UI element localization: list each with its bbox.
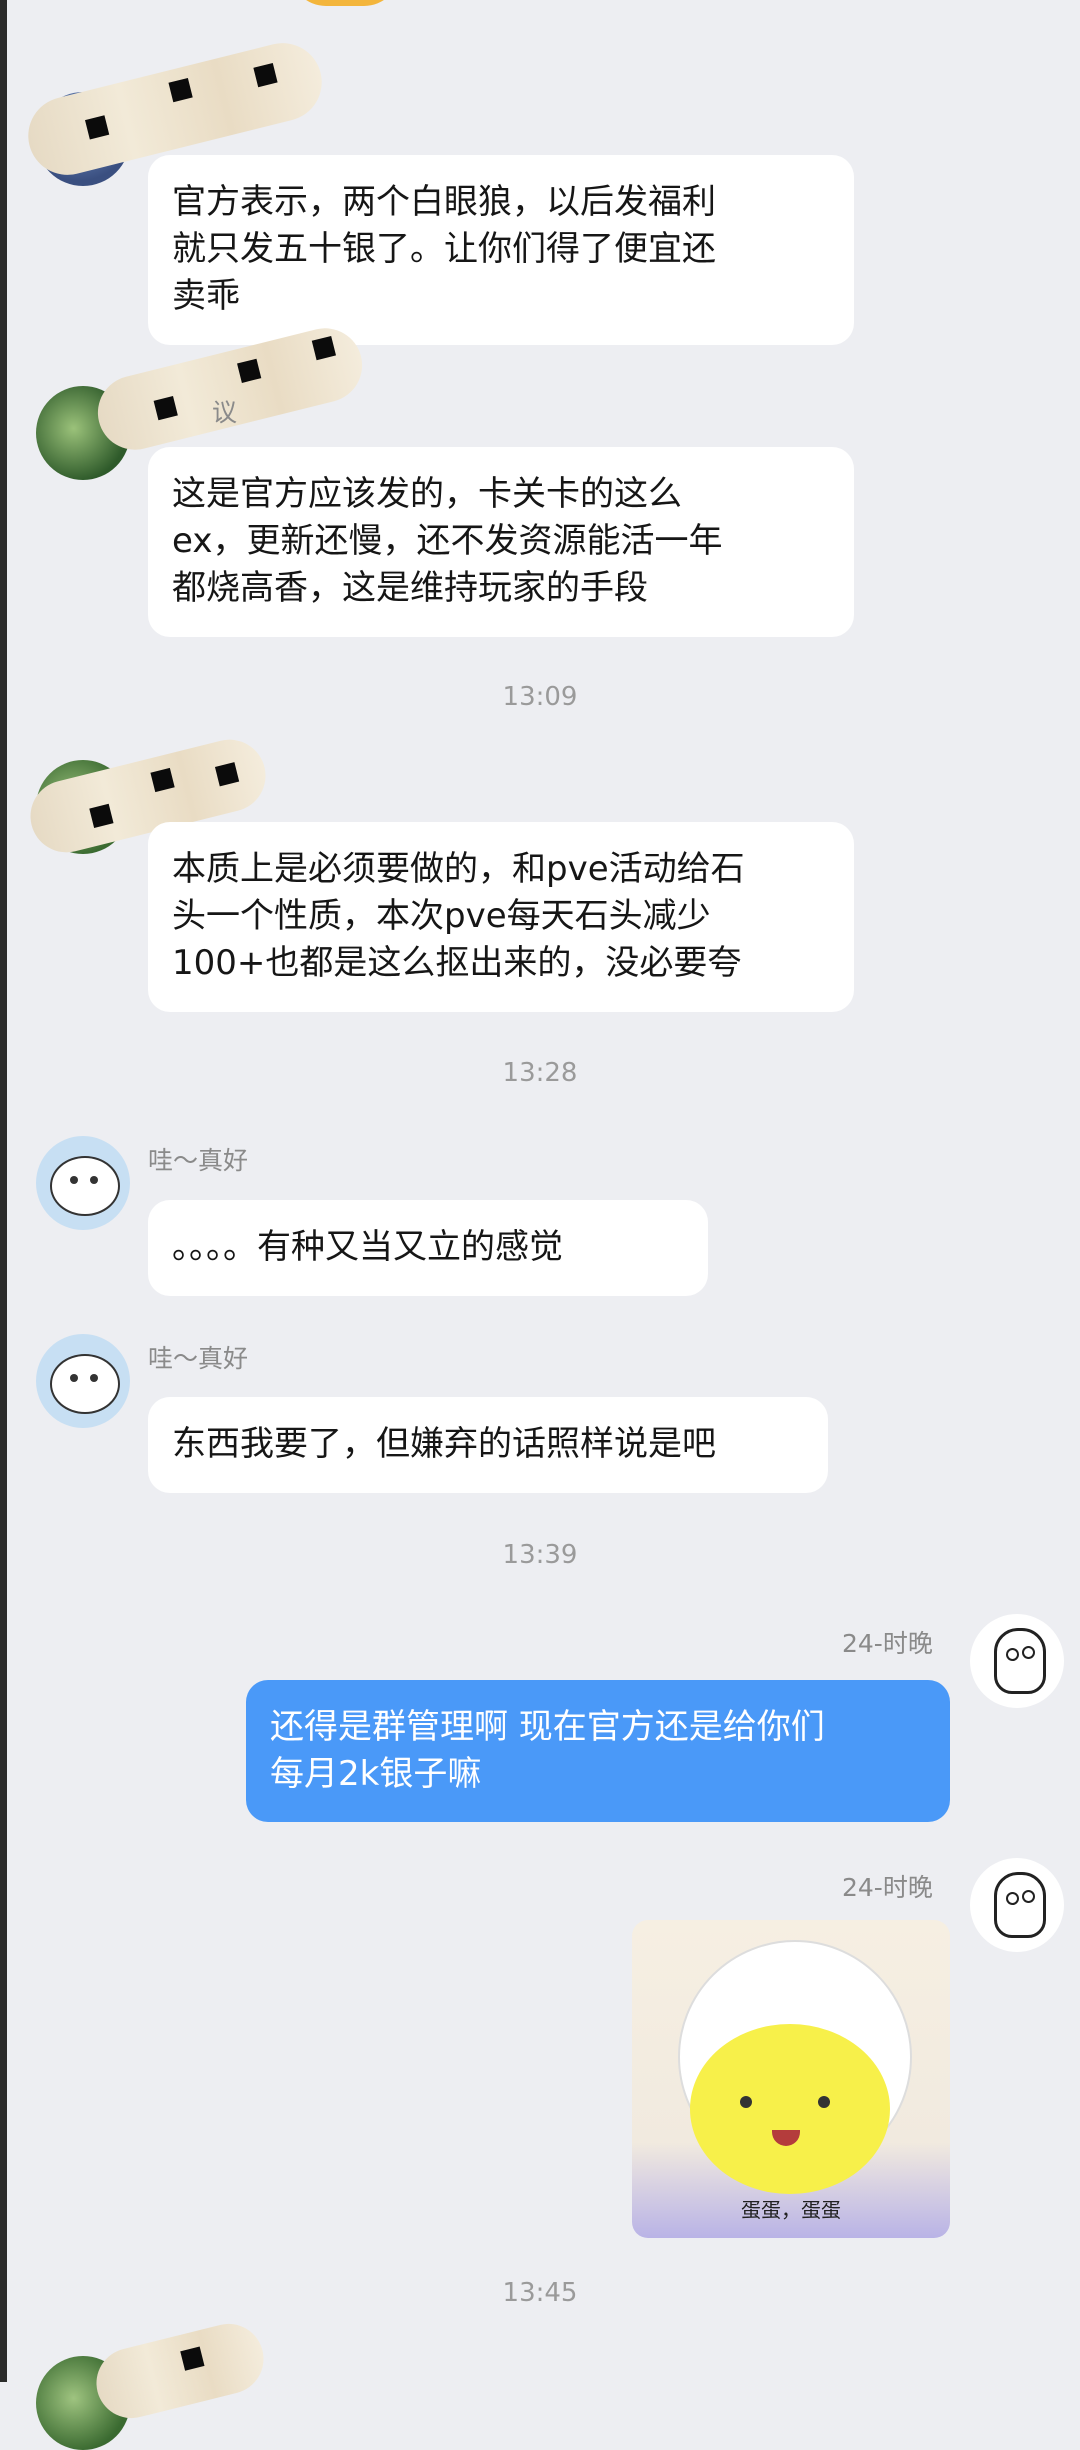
sticker-caption: 蛋蛋，蛋蛋	[741, 2198, 841, 2222]
avatar[interactable]	[36, 1136, 130, 1230]
sender-name[interactable]: 哇～真好	[148, 1339, 248, 1375]
my-sender-name: 24-时晚	[842, 1873, 933, 1902]
timestamp: 13:45	[502, 2278, 578, 2308]
my-avatar[interactable]	[970, 1614, 1064, 1708]
my-avatar[interactable]	[970, 1858, 1064, 1952]
sender-name-fragment: 议	[212, 398, 238, 427]
timestamp: 13:09	[502, 682, 578, 712]
message-bubble[interactable]: 东西我要了，但嫌弃的话照样说是吧	[148, 1397, 828, 1493]
avatar[interactable]	[36, 1334, 130, 1428]
top-partial-avatar	[290, 0, 400, 6]
egg-yolk	[690, 2024, 890, 2194]
timestamp: 13:28	[502, 1058, 578, 1088]
message-bubble[interactable]: 。。。。有种又当又立的感觉	[148, 1200, 708, 1296]
timestamp: 13:39	[502, 1540, 578, 1570]
sender-name[interactable]: 哇～真好	[148, 1141, 248, 1177]
message-bubble[interactable]: 官方表示，两个白眼狼，以后发福利 就只发五十银了。让你们得了便宜还 卖乖	[148, 155, 854, 345]
my-message-bubble[interactable]: 还得是群管理啊 现在官方还是给你们 每月2k银子嘛	[246, 1680, 950, 1822]
redacted-sender-name	[89, 2316, 271, 2426]
my-sender-name: 24-时晚	[842, 1629, 933, 1658]
message-bubble[interactable]: 本质上是必须要做的，和pve活动给石 头一个性质，本次pve每天石头减少 100…	[148, 822, 854, 1012]
egg-eye-right	[818, 2096, 830, 2108]
message-bubble[interactable]: 这是官方应该发的，卡关卡的这么 ex，更新还慢，还不发资源能活一年 都烧高香，这…	[148, 447, 854, 637]
left-edge-bar	[0, 0, 7, 2382]
egg-eye-left	[740, 2096, 752, 2108]
sticker-image[interactable]: 蛋蛋，蛋蛋	[632, 1920, 950, 2238]
